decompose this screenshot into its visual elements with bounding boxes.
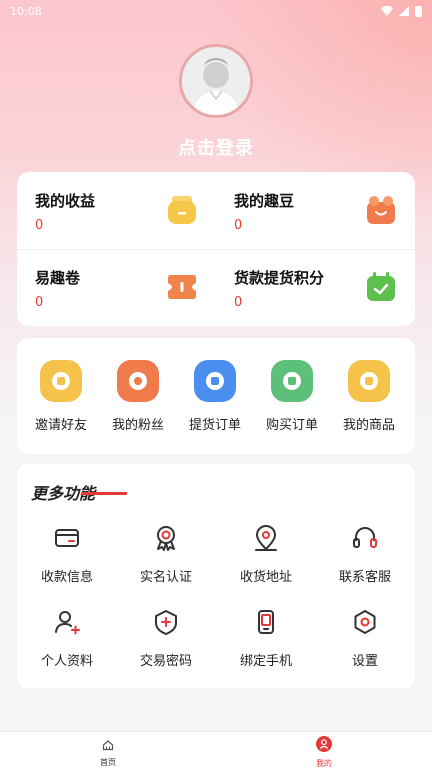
quick-label: 我的商品 [342, 418, 395, 433]
default-avatar-icon [182, 47, 250, 115]
trophy-icon [194, 360, 236, 402]
grid-label: 交易密码 [139, 654, 192, 669]
earning-title: 我的趣豆 [234, 192, 295, 210]
title-underline [80, 492, 128, 495]
tab-label: 首页 [100, 758, 116, 767]
status-icons [381, 5, 422, 17]
tab-mine[interactable]: 我的 [304, 736, 344, 768]
earning-value: 0 [234, 295, 243, 310]
card-icon [55, 529, 79, 547]
profile-icon [316, 736, 332, 752]
earning-points[interactable]: 货款提货积分 0 [216, 249, 415, 326]
badge-icon [157, 526, 175, 551]
signal-icon [399, 6, 409, 16]
grid-label: 联系客服 [338, 570, 391, 585]
more-personal-info[interactable]: 个人资料 [17, 608, 117, 669]
phone-icon [258, 610, 274, 634]
location-icon [255, 525, 277, 551]
more-bind-phone[interactable]: 绑定手机 [216, 608, 316, 669]
gift-box-icon [367, 196, 395, 224]
quick-my-products[interactable]: 我的商品 [329, 360, 409, 433]
calendar-check-icon [367, 272, 395, 301]
more-settings[interactable]: 设置 [315, 608, 415, 669]
login-button[interactable]: 点击登录 [0, 134, 432, 160]
wallet-icon [168, 196, 196, 224]
more-trade-password[interactable]: 交易密码 [116, 608, 216, 669]
earnings-card: 我的收益 0 我的趣豆 0 易趣卷 0 货款提货积分 0 [17, 172, 415, 326]
grid-label: 个人资料 [40, 654, 93, 669]
quick-label: 购买订单 [265, 418, 318, 433]
bottom-tab-bar: 首页 我的 [0, 731, 432, 768]
envelope-icon [40, 360, 82, 402]
quick-invite-friends[interactable]: 邀请好友 [21, 360, 101, 433]
earning-income[interactable]: 我的收益 0 [17, 172, 216, 249]
more-shipping-address[interactable]: 收货地址 [216, 524, 316, 585]
coins-icon [271, 360, 313, 402]
grid-label: 实名认证 [139, 570, 192, 585]
quick-purchase-orders[interactable]: 购买订单 [252, 360, 332, 433]
quick-actions-card: 邀请好友 我的粉丝 提货订单 购买订单 我的商品 [17, 338, 415, 454]
grid-label: 绑定手机 [239, 654, 292, 669]
avatar[interactable] [179, 44, 253, 118]
settings-icon [354, 610, 376, 634]
wifi-icon [381, 6, 393, 16]
status-bar: 10:08 [0, 0, 432, 22]
more-customer-service[interactable]: 联系客服 [315, 524, 415, 585]
quick-pickup-orders[interactable]: 提货订单 [175, 360, 255, 433]
more-real-name-auth[interactable]: 实名认证 [116, 524, 216, 585]
shield-icon [155, 610, 177, 635]
earning-title: 我的收益 [35, 192, 96, 210]
quick-label: 邀请好友 [34, 418, 87, 433]
earning-value: 0 [35, 295, 44, 310]
grid-label: 收货地址 [239, 570, 292, 585]
tab-home[interactable]: 首页 [88, 736, 128, 768]
home-icon [102, 740, 114, 751]
earning-value: 0 [234, 218, 243, 233]
quick-label: 提货订单 [188, 418, 241, 433]
more-functions-card: 更多功能 收款信息 实名认证 收货地址 联系客服 个人资料 交易密码 绑定手机 … [17, 464, 415, 688]
headset-icon [353, 527, 377, 548]
quick-label: 我的粉丝 [111, 418, 164, 433]
fans-icon [117, 360, 159, 402]
earning-coupon[interactable]: 易趣卷 0 [17, 249, 216, 326]
quick-my-fans[interactable]: 我的粉丝 [98, 360, 178, 433]
coupon-icon [168, 275, 196, 299]
earning-title: 易趣卷 [35, 269, 81, 287]
grid-label: 收款信息 [40, 570, 93, 585]
status-time: 10:08 [10, 4, 42, 18]
more-payment-info[interactable]: 收款信息 [17, 524, 117, 585]
product-icon [348, 360, 390, 402]
earning-title: 货款提货积分 [234, 269, 325, 287]
tab-label: 我的 [316, 759, 332, 768]
grid-label: 设置 [351, 654, 378, 669]
battery-icon [415, 5, 422, 17]
earning-value: 0 [35, 218, 44, 233]
earning-beans[interactable]: 我的趣豆 0 [216, 172, 415, 249]
user-icon [55, 611, 80, 635]
